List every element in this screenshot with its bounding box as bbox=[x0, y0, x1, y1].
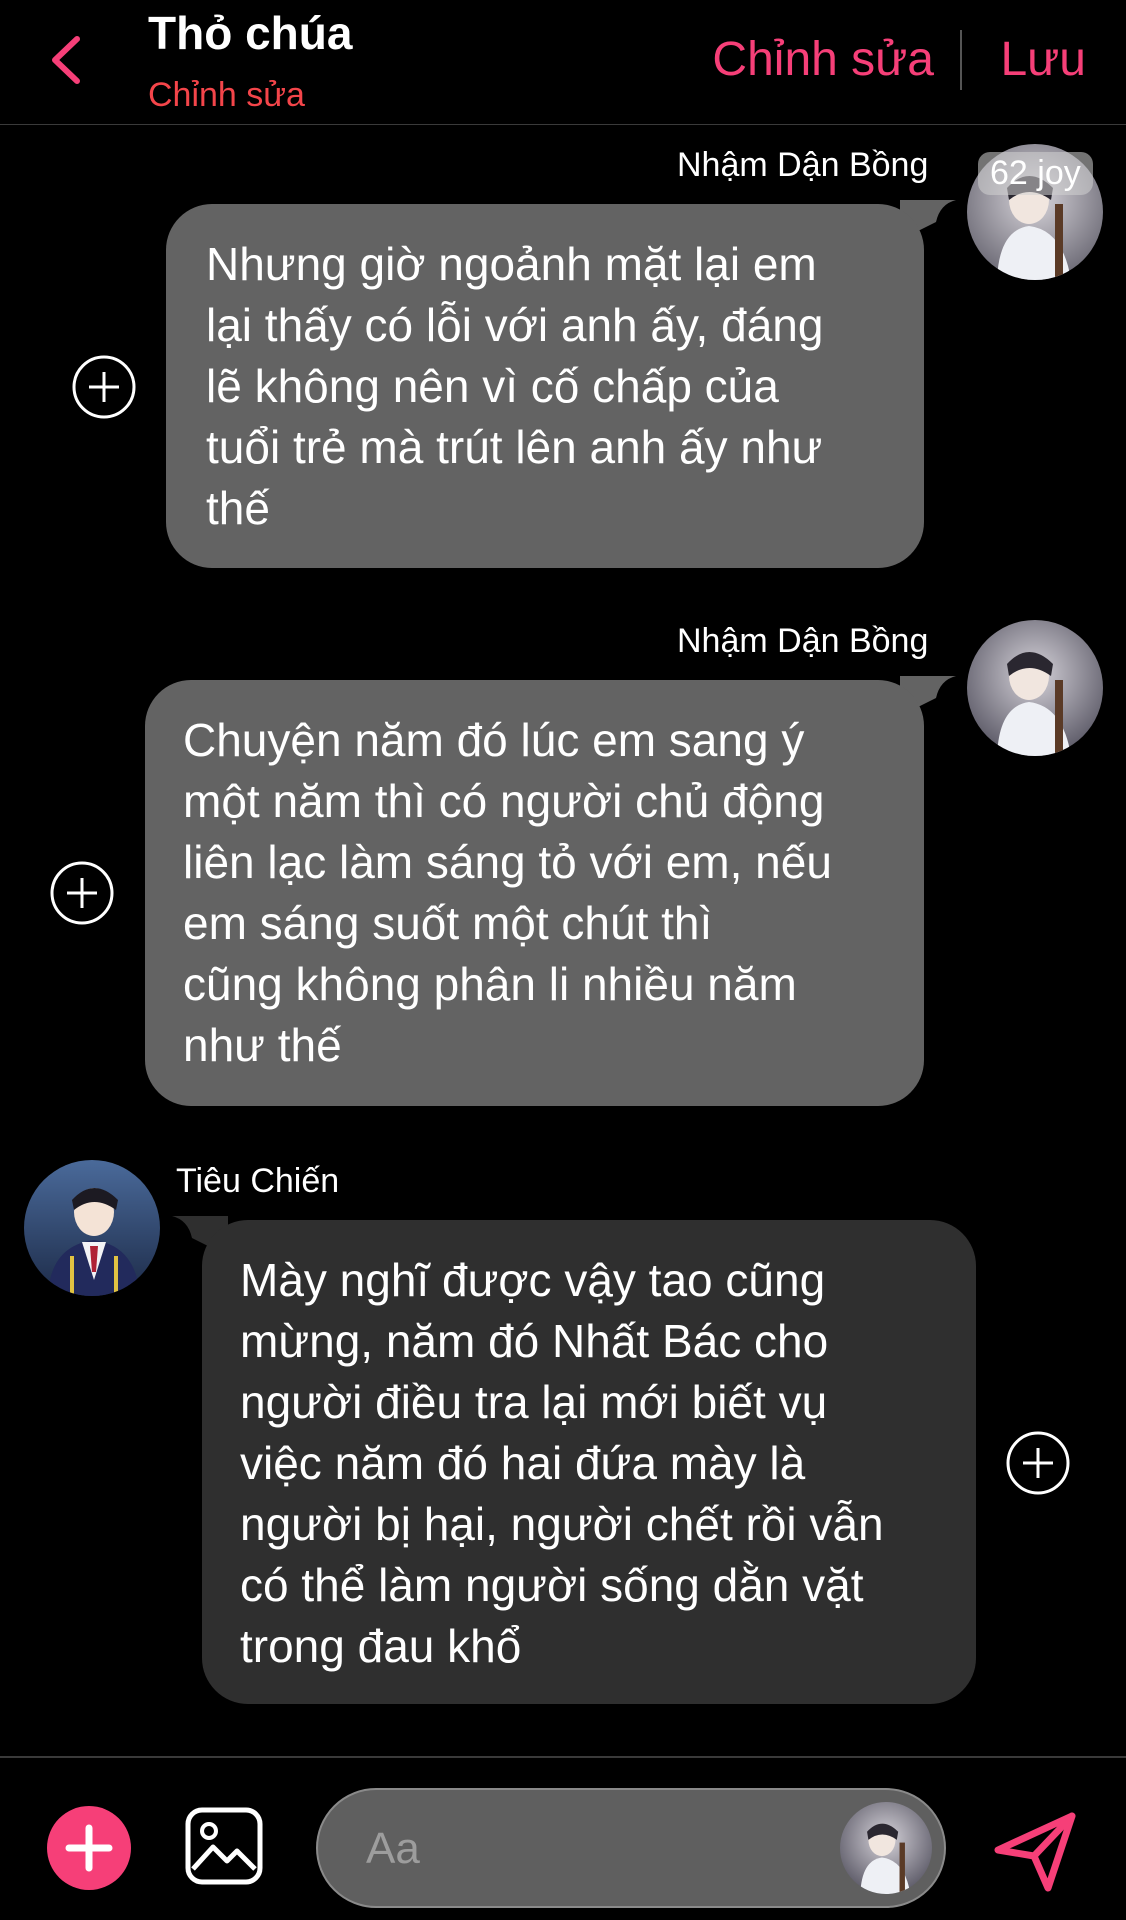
send-icon[interactable] bbox=[994, 1810, 1078, 1894]
add-reaction-icon[interactable] bbox=[71, 354, 137, 420]
message-bubble[interactable]: Nhưng giờ ngoảnh mặt lại em lại thấy có … bbox=[166, 204, 924, 568]
avatar[interactable] bbox=[967, 620, 1103, 756]
message-bubble[interactable]: Mày nghĩ được vậy tao cũng mừng, năm đó … bbox=[202, 1220, 976, 1704]
add-reaction-icon[interactable] bbox=[49, 860, 115, 926]
avatar-image bbox=[24, 1160, 160, 1296]
message-line: một năm thì có người chủ động bbox=[183, 775, 825, 827]
message-sender: Nhậm Dận Bồng bbox=[677, 146, 929, 184]
message-line: Nhưng giờ ngoảnh mặt lại em bbox=[206, 238, 817, 290]
message-sender: Tiêu Chiến bbox=[176, 1162, 340, 1200]
message-bubble[interactable]: Chuyện năm đó lúc em sang ý một năm thì … bbox=[145, 680, 924, 1106]
plus-icon bbox=[65, 1824, 113, 1872]
chat-header: Thỏ chúa Chỉnh sửa Chỉnh sửa Lưu bbox=[0, 0, 1126, 125]
composer-bar: Aa bbox=[0, 1756, 1126, 1920]
chat-screen: Thỏ chúa Chỉnh sửa Chỉnh sửa Lưu Nhậm Dậ… bbox=[0, 0, 1126, 1920]
message-line: em sáng suốt một chút thì bbox=[183, 897, 713, 949]
add-button[interactable] bbox=[47, 1806, 131, 1890]
message-line: như thế bbox=[183, 1019, 342, 1071]
message-line: Chuyện năm đó lúc em sang ý bbox=[183, 714, 805, 766]
back-button[interactable] bbox=[40, 30, 90, 90]
input-placeholder: Aa bbox=[366, 1824, 420, 1873]
message-line: lẽ không nên vì cố chấp của bbox=[206, 360, 779, 412]
avatar[interactable] bbox=[24, 1160, 160, 1296]
chat-subtitle: Chỉnh sửa bbox=[148, 76, 305, 114]
message-line: lại thấy có lỗi với anh ấy, đáng bbox=[206, 299, 824, 351]
message-sender: Nhậm Dận Bồng bbox=[677, 622, 929, 660]
message-line: cũng không phân li nhiều năm bbox=[183, 958, 797, 1010]
edit-button[interactable]: Chỉnh sửa bbox=[712, 32, 934, 87]
message-line: mừng, năm đó Nhất Bác cho bbox=[240, 1315, 829, 1367]
chevron-left-icon bbox=[52, 36, 80, 84]
message-input[interactable]: Aa bbox=[316, 1788, 946, 1908]
score-badge: 62 joy bbox=[978, 152, 1093, 195]
message-line: việc năm đó hai đứa mày là bbox=[240, 1437, 806, 1489]
message-line: người điều tra lại mới biết vụ bbox=[240, 1376, 828, 1428]
save-button[interactable]: Lưu bbox=[1000, 32, 1086, 87]
avatar-image bbox=[840, 1802, 932, 1894]
message-line: Mày nghĩ được vậy tao cũng bbox=[240, 1254, 826, 1306]
image-icon[interactable] bbox=[185, 1807, 263, 1885]
message-line: liên lạc làm sáng tỏ với em, nếu bbox=[183, 836, 832, 888]
avatar[interactable] bbox=[840, 1802, 932, 1894]
message-line: có thể làm người sống dằn vặt bbox=[240, 1559, 864, 1611]
message-line: trong đau khổ bbox=[240, 1620, 522, 1672]
avatar-image bbox=[967, 620, 1103, 756]
chat-title: Thỏ chúa bbox=[148, 7, 353, 59]
add-reaction-icon[interactable] bbox=[1005, 1430, 1071, 1496]
message-line: tuổi trẻ mà trút lên anh ấy như bbox=[206, 421, 823, 473]
header-divider bbox=[960, 30, 962, 90]
message-line: thế bbox=[206, 482, 270, 534]
message-line: người bị hại, người chết rồi vẫn bbox=[240, 1498, 884, 1550]
